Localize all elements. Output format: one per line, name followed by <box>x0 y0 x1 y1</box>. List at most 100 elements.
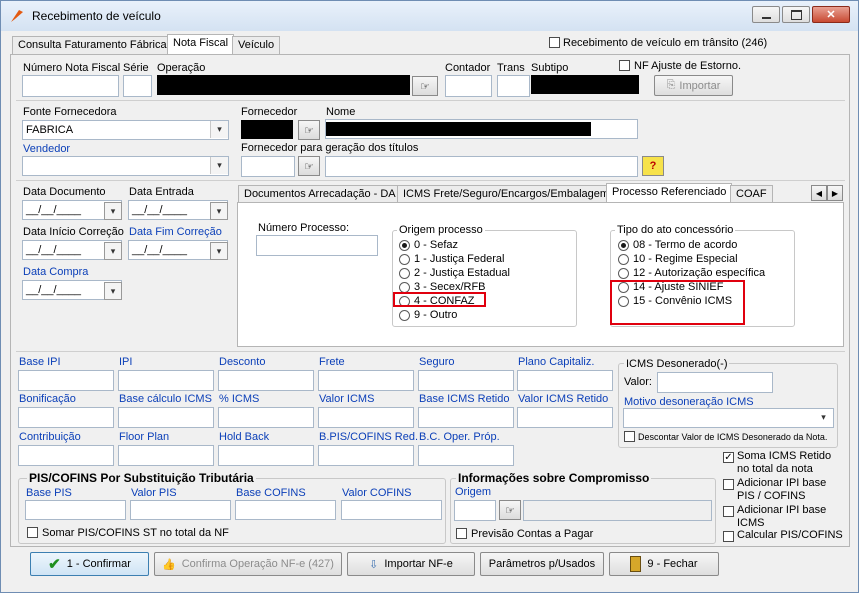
help-button[interactable]: ? <box>642 156 664 176</box>
fornecedor-titulos-lookup-button[interactable]: ☞ <box>298 156 320 176</box>
confirma-operacao-nfe-button[interactable]: 👍 Confirma Operação NF-e (427) <box>154 552 342 576</box>
totals-row1-input[interactable] <box>318 370 414 391</box>
importar-nfe-button[interactable]: ⇩ Importar NF-e <box>347 552 475 576</box>
right-option-checkbox[interactable] <box>723 479 734 490</box>
origem-processo-title: Origem processo <box>397 224 485 237</box>
tipo-radio[interactable] <box>618 240 629 251</box>
origem-radio[interactable] <box>399 268 410 279</box>
nome-label: Nome <box>326 106 356 118</box>
right-option-label: Soma ICMS Retido no total da nota <box>737 450 832 475</box>
tab-scroll-right-button[interactable]: ▶ <box>827 185 843 201</box>
motivo-desoneracao-select[interactable]: ▾ <box>623 408 834 428</box>
data-fim-correcao-picker[interactable]: __/__/____ ▾ <box>128 240 228 260</box>
previsao-contas-checkbox[interactable] <box>456 528 467 539</box>
totals-row1-input[interactable] <box>517 370 613 391</box>
data-entrada-picker[interactable]: __/__/____ ▾ <box>128 200 228 220</box>
vendedor-select[interactable]: ▾ <box>22 156 229 176</box>
totals-row1-input[interactable] <box>118 370 214 391</box>
importar-button[interactable]: ⎘ Importar <box>654 75 733 96</box>
title-bar: Recebimento de veículo ✕ <box>1 1 858 31</box>
totals-row1-input[interactable] <box>418 370 514 391</box>
totals-row3-input[interactable] <box>318 445 414 466</box>
numero-nf-input[interactable] <box>22 75 119 97</box>
confirmar-button[interactable]: ✔ 1 - Confirmar <box>30 552 149 576</box>
totals-row1-input[interactable] <box>18 370 114 391</box>
totals-row2-input[interactable] <box>218 407 314 428</box>
totals-row1-input[interactable] <box>218 370 314 391</box>
totals-row3-input[interactable] <box>418 445 514 466</box>
totals-row2-input[interactable] <box>418 407 514 428</box>
somar-pis-cofins-checkbox[interactable] <box>27 527 38 538</box>
valor-pis-input[interactable] <box>130 500 231 520</box>
operacao-input-redacted[interactable] <box>157 75 410 95</box>
transit-checkbox[interactable] <box>549 37 560 48</box>
serie-input[interactable] <box>123 75 152 97</box>
origem-radio[interactable] <box>399 254 410 265</box>
maximize-button[interactable] <box>782 6 810 23</box>
base-cofins-input[interactable] <box>235 500 336 520</box>
tipo-radio[interactable] <box>618 268 629 279</box>
contador-input[interactable] <box>445 75 492 97</box>
right-option-checkbox[interactable]: ✓ <box>723 452 734 463</box>
date-placeholder: __/__/____ <box>132 244 188 256</box>
totals-row2-input[interactable] <box>517 407 613 428</box>
trans-input[interactable] <box>497 75 530 97</box>
importar-nfe-label: Importar NF-e <box>384 558 453 570</box>
arrow-left-icon: ◀ <box>815 188 823 198</box>
totals-row3-input[interactable] <box>218 445 314 466</box>
totals-row2-input[interactable] <box>118 407 214 428</box>
subtab-icms-frete[interactable]: ICMS Frete/Seguro/Encargos/Embalagem <box>397 185 616 203</box>
tab-nota-fiscal[interactable]: Nota Fiscal <box>167 34 235 54</box>
close-button[interactable]: ✕ <box>812 6 850 23</box>
fornecedor-titulos-name-input[interactable] <box>325 156 638 177</box>
fornecedor-lookup-button[interactable]: ☞ <box>298 120 320 140</box>
subtipo-input-redacted[interactable] <box>531 75 639 94</box>
fechar-button[interactable]: 9 - Fechar <box>609 552 719 576</box>
fornecedor-code-redacted[interactable] <box>241 120 293 139</box>
data-documento-label: Data Documento <box>23 186 106 198</box>
totals-row3-input[interactable] <box>118 445 214 466</box>
subtab-processo-referenciado[interactable]: Processo Referenciado <box>606 183 733 203</box>
subtab-documentos-arrecadacao[interactable]: Documentos Arrecadação - DA <box>238 185 402 203</box>
nf-ajuste-checkbox[interactable] <box>619 60 630 71</box>
icms-desonerado-valor-input[interactable] <box>657 372 773 393</box>
base-pis-input[interactable] <box>25 500 126 520</box>
valor-cofins-input[interactable] <box>341 500 442 520</box>
origem-radio[interactable] <box>399 240 410 251</box>
compromisso-origem-input[interactable] <box>454 500 496 521</box>
totals-row2-input[interactable] <box>318 407 414 428</box>
tab-consulta-faturamento[interactable]: Consulta Faturamento Fábrica <box>12 36 173 54</box>
thumbs-up-icon: 👍 <box>162 558 176 571</box>
fonte-fornecedora-select[interactable]: FABRICA ▾ <box>22 120 229 140</box>
origem-option-label: 9 - Outro <box>414 309 458 321</box>
parametros-usados-button[interactable]: Parâmetros p/Usados <box>480 552 604 576</box>
tab-veiculo[interactable]: Veículo <box>232 36 281 54</box>
compromisso-lookup-button[interactable]: ☞ <box>499 500 521 520</box>
date-placeholder: __/__/____ <box>26 244 82 256</box>
operacao-lookup-button[interactable]: ☞ <box>412 76 438 96</box>
data-documento-picker[interactable]: __/__/____ ▾ <box>22 200 122 220</box>
help-icon: ? <box>649 160 657 172</box>
icms-desonerado-title: ICMS Desonerado(-) <box>624 358 730 371</box>
minimize-button[interactable] <box>752 6 780 23</box>
descontar-icms-checkbox[interactable] <box>624 431 635 442</box>
pis-cofins-st-title: PIS/COFINS Por Substituição Tributária <box>27 471 256 485</box>
tab-scroll-left-button[interactable]: ◀ <box>811 185 827 201</box>
fornecedor-titulos-code-input[interactable] <box>241 156 295 177</box>
data-compra-picker[interactable]: __/__/____ ▾ <box>22 280 122 300</box>
tipo-radio[interactable] <box>618 254 629 265</box>
compromisso-title: Informações sobre Compromisso <box>456 471 652 485</box>
totals-row2-input[interactable] <box>18 407 114 428</box>
right-option-checkbox[interactable] <box>723 531 734 542</box>
totals-row1-label: Frete <box>319 356 345 368</box>
highlight-confaz <box>393 292 486 307</box>
data-inicio-correcao-picker[interactable]: __/__/____ ▾ <box>22 240 122 260</box>
vendedor-label: Vendedor <box>23 143 71 155</box>
right-option-checkbox[interactable] <box>723 506 734 517</box>
numero-processo-input[interactable] <box>256 235 378 256</box>
totals-row3-input[interactable] <box>18 445 114 466</box>
subtab-coaf[interactable]: COAF <box>730 185 773 203</box>
origem-radio[interactable] <box>399 310 410 321</box>
data-fim-correcao-label: Data Fim Correção <box>129 226 222 238</box>
pointing-hand-icon: ☞ <box>304 124 314 137</box>
